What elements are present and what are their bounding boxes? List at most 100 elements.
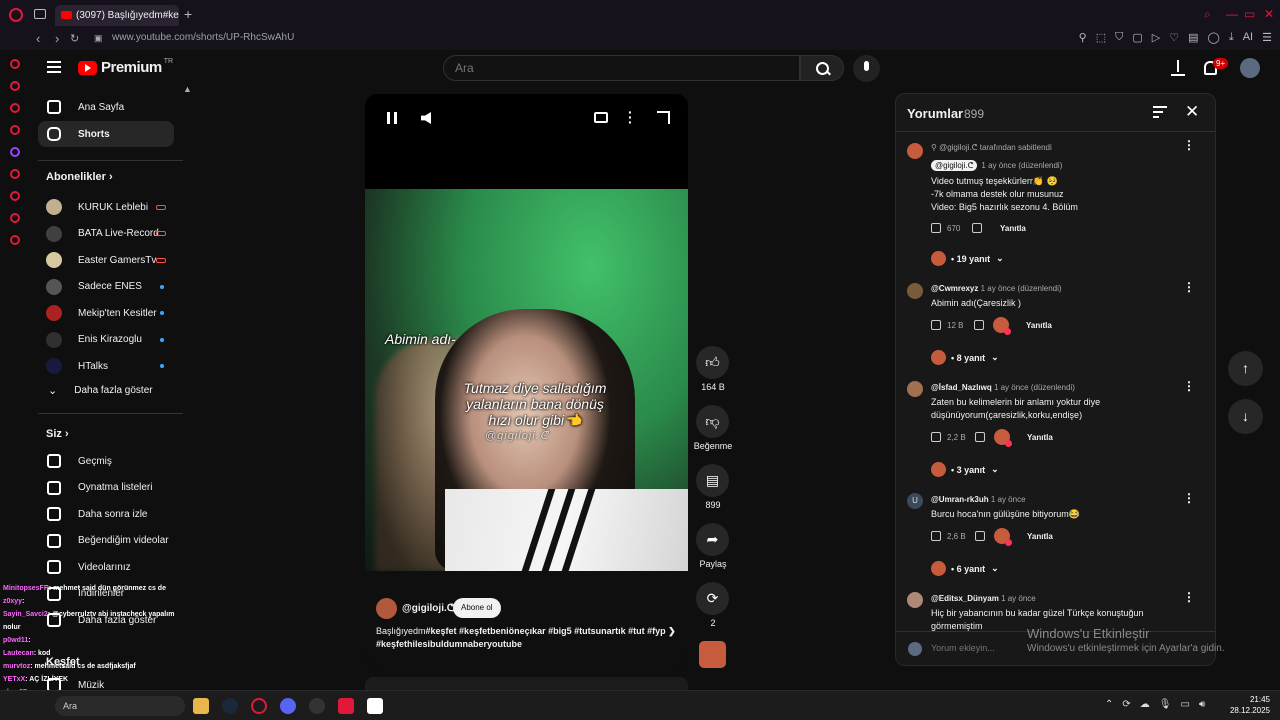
dislike-button[interactable]: 👎︎ [696,405,729,438]
like-icon[interactable] [931,432,941,442]
sidebar-app-2-icon[interactable] [10,81,20,91]
app-icon[interactable] [338,698,354,714]
close-window-button[interactable]: ✕ [1264,7,1274,21]
sidebar-item-history[interactable]: Geçmiş [38,448,174,474]
more-options-icon[interactable]: · · · [628,105,633,129]
like-icon[interactable] [931,531,941,541]
sidebar-app-3-icon[interactable] [10,103,20,113]
channel-avatar[interactable] [376,598,397,619]
sidebar-subscription[interactable]: Enis Kirazoglu [38,327,174,353]
subscribe-button[interactable]: Abone ol [453,598,501,618]
url-field[interactable]: www.youtube.com/shorts/UP-RhcSwAhU [112,32,294,43]
ai-icon[interactable]: AI [1243,31,1253,44]
download-icon[interactable]: ⤓ [1229,31,1234,44]
discord-icon[interactable] [280,698,296,714]
sound-thumbnail[interactable] [699,641,726,668]
sidebar-app-4-icon[interactable] [10,125,20,135]
display-icon[interactable]: ▭ [1180,699,1189,710]
sidebar-subscription[interactable]: KURUK Leblebi [38,194,174,220]
like-icon[interactable] [931,223,941,233]
taskbar-search[interactable]: Ara [55,696,185,716]
comment-author[interactable]: @Umran-rk3uh [931,495,989,504]
sidebar-app-7-icon[interactable] [10,191,20,201]
dislike-icon[interactable] [974,320,984,330]
sidebar-subscription[interactable]: HTalks [38,353,174,379]
sidebar-app-6-icon[interactable] [10,169,20,179]
voice-search-icon[interactable] [853,55,880,82]
dislike-icon[interactable] [975,531,985,541]
you-heading[interactable]: Siz › [46,428,69,440]
sidebar-item-liked[interactable]: Beğendiğim videolar [38,528,174,554]
hamburger-menu-icon[interactable] [47,61,61,76]
upload-icon[interactable] [1171,60,1185,76]
file-explorer-icon[interactable] [193,698,209,714]
reply-button[interactable]: Yanıtla [1027,433,1053,442]
comment-avatar[interactable] [907,143,923,159]
reply-button[interactable]: Yanıtla [1000,224,1026,233]
wallet-icon[interactable]: ▤ [1188,31,1198,44]
menu-icon[interactable]: ☰ [1262,31,1272,44]
captions-icon[interactable] [594,112,608,123]
maximize-button[interactable]: ▭ [1244,7,1255,21]
capcut-icon[interactable] [367,698,383,714]
tray-chevron-icon[interactable]: ⌃ [1105,699,1113,710]
replies-toggle[interactable]: • 19 yanıt ⌄ [931,251,1004,266]
share-button[interactable]: ➦ [696,523,729,556]
obs-icon[interactable] [309,698,325,714]
sidebar-app-1-icon[interactable] [10,59,20,69]
comment-author[interactable]: @Cwmrexyz [931,284,978,293]
profile-icon[interactable]: ◯ [1208,31,1220,44]
like-icon[interactable] [931,320,941,330]
comment-author[interactable]: @gigiloji.ᕦ [931,160,978,171]
close-icon[interactable]: ✕ [1185,102,1199,122]
comment-avatar[interactable] [907,592,923,608]
replies-toggle[interactable]: • 3 yanıt ⌄ [931,462,999,477]
browser-tab-active[interactable]: (3097) Başlığıyedm#ke [55,5,179,26]
comment-avatar[interactable] [907,283,923,299]
fullscreen-icon[interactable] [657,111,670,124]
pause-icon[interactable] [387,112,397,124]
reply-button[interactable]: Yanıtla [1027,532,1053,541]
back-icon[interactable]: ‹ [36,31,40,46]
video-description[interactable]: Başlığıyedm#keşfet #keşfetbeniöneçıkar #… [376,625,681,651]
pin-icon[interactable]: ⚲ [1079,31,1087,44]
comment-avatar[interactable] [907,381,923,397]
snapshot-icon[interactable]: ⬚ [1096,31,1106,44]
taskbar-clock[interactable]: 21:45 28.12.2025 [1225,694,1270,716]
comment-more-icon[interactable]: ⋮ [1183,280,1195,294]
previous-short-button[interactable]: ↑ [1228,351,1263,386]
sidebar-item-shorts[interactable]: Shorts [38,121,174,147]
heart-icon[interactable]: ♡ [1169,31,1179,44]
tray-app-icon[interactable]: ⟳ [1122,699,1130,710]
minimize-button[interactable]: — [1226,7,1238,21]
replies-toggle[interactable]: • 8 yanıt ⌄ [931,350,999,365]
sidebar-scroll-up-icon[interactable]: ▲ [183,84,192,94]
sidebar-app-9-icon[interactable] [10,235,20,245]
comment-more-icon[interactable]: ⋮ [1183,379,1195,393]
play-icon[interactable]: ▷ [1152,31,1160,44]
subscriptions-heading[interactable]: Abonelikler › [46,171,113,183]
comment-more-icon[interactable]: ⋮ [1183,590,1195,604]
volume-icon[interactable]: 🔊︎ [1199,699,1205,710]
sidebar-subscription[interactable]: Mekip'ten Kesitler [38,300,174,326]
sidebar-item-home[interactable]: Ana Sayfa [38,94,174,120]
dislike-icon[interactable] [972,223,982,233]
comments-button[interactable]: ▤ [696,464,729,497]
comment-more-icon[interactable]: ⋮ [1183,491,1195,505]
steam-icon[interactable] [222,698,238,714]
shield-icon[interactable]: ⛉ [1115,31,1123,44]
sidebar-item-playlists[interactable]: Oynatma listeleri [38,475,174,501]
sidebar-item-your-videos[interactable]: Videolarınız [38,554,174,580]
tab-overview-icon[interactable] [34,9,46,19]
sidebar-app-8-icon[interactable] [10,213,20,223]
sort-icon[interactable] [1153,106,1167,121]
microphone-icon[interactable]: 🎙︎ [1159,699,1172,710]
sidebar-subscription[interactable]: BATA Live-Record [38,221,174,247]
opera-logo-icon[interactable] [9,8,23,22]
sidebar-app-5-icon[interactable] [10,147,20,157]
dislike-icon[interactable] [975,432,985,442]
sidebar-show-more[interactable]: ⌄ Daha fazla göster [38,377,174,403]
comment-avatar[interactable]: U [907,493,923,509]
sidebar-subscription[interactable]: Sadece ENES [38,274,174,300]
comment-author[interactable]: @Editsx_Dünyam [931,594,999,603]
